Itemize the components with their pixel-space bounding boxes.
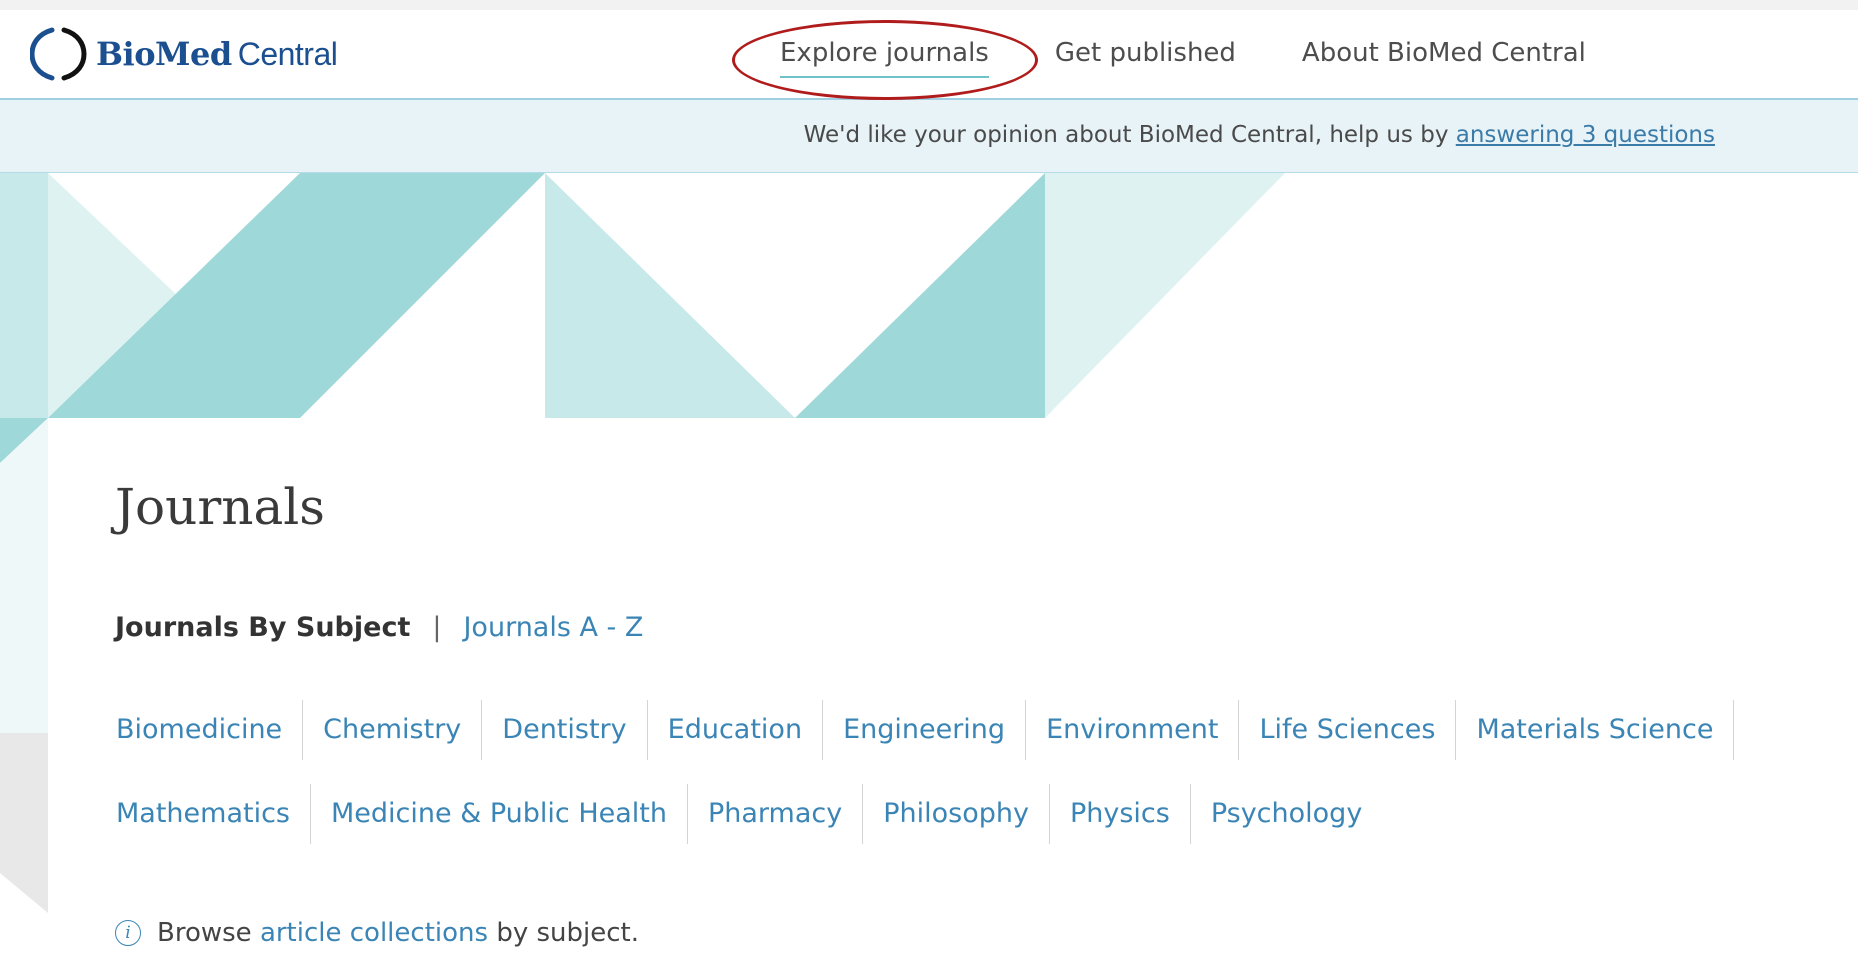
deco-shape xyxy=(1045,173,1285,418)
tab-journals-a-z[interactable]: Journals A - Z xyxy=(463,612,643,643)
subject-link-dentistry[interactable]: Dentistry xyxy=(482,700,648,760)
subject-link-physics[interactable]: Physics xyxy=(1050,784,1191,844)
site-header: BioMed Central Explore journals Get publi… xyxy=(0,10,1858,100)
survey-banner: We'd like your opinion about BioMed Cent… xyxy=(0,100,1858,173)
subject-link-pharmacy[interactable]: Pharmacy xyxy=(688,784,864,844)
subject-link-philosophy[interactable]: Philosophy xyxy=(863,784,1050,844)
tab-separator: | xyxy=(432,612,442,643)
browser-top-strip xyxy=(0,0,1858,10)
tab-journals-by-subject[interactable]: Journals By Subject xyxy=(115,612,410,643)
subject-link-medicine-public-health[interactable]: Medicine & Public Health xyxy=(311,784,688,844)
article-collections-link[interactable]: article collections xyxy=(260,918,488,948)
deco-shape xyxy=(795,173,1045,418)
deco-shape xyxy=(0,733,48,913)
biomed-logo[interactable]: BioMed Central xyxy=(30,26,338,82)
subject-link-life-sciences[interactable]: Life Sciences xyxy=(1239,700,1457,760)
subject-link-psychology[interactable]: Psychology xyxy=(1191,784,1382,844)
logo-light-text: Central xyxy=(237,36,338,72)
browse-collections-note: i Browse article collections by subject. xyxy=(115,918,639,948)
subject-link-biomedicine[interactable]: Biomedicine xyxy=(100,700,304,760)
page-title: Journals xyxy=(115,478,325,536)
subject-link-engineering[interactable]: Engineering xyxy=(823,700,1027,760)
subject-row: Mathematics Medicine & Public Health Pha… xyxy=(100,784,1800,844)
subject-link-materials-science[interactable]: Materials Science xyxy=(1456,700,1735,760)
subject-link-education[interactable]: Education xyxy=(648,700,824,760)
journal-view-tabs: Journals By Subject | Journals A - Z xyxy=(115,612,643,643)
subject-link-chemistry[interactable]: Chemistry xyxy=(303,700,483,760)
info-icon: i xyxy=(115,920,141,946)
browse-suffix: by subject. xyxy=(496,918,639,948)
nav-get-published[interactable]: Get published xyxy=(1055,38,1236,78)
nav-explore-journals[interactable]: Explore journals xyxy=(780,38,989,78)
logo-bold-text: BioMed xyxy=(96,35,232,73)
survey-link[interactable]: answering 3 questions xyxy=(1456,122,1715,148)
survey-text: We'd like your opinion about BioMed Cent… xyxy=(803,122,1456,148)
nav-about-biomed-central[interactable]: About BioMed Central xyxy=(1302,38,1586,78)
subject-link-mathematics[interactable]: Mathematics xyxy=(100,784,311,844)
deco-left-strip xyxy=(0,173,48,418)
biomed-logo-icon xyxy=(30,27,87,81)
subject-list: Biomedicine Chemistry Dentistry Educatio… xyxy=(100,700,1800,868)
browse-prefix: Browse xyxy=(157,918,252,948)
deco-shape xyxy=(0,418,48,733)
main-nav: Explore journals Get published About Bio… xyxy=(780,38,1652,78)
subject-link-environment[interactable]: Environment xyxy=(1026,700,1240,760)
deco-shape xyxy=(545,173,795,418)
subject-row: Biomedicine Chemistry Dentistry Educatio… xyxy=(100,700,1800,760)
